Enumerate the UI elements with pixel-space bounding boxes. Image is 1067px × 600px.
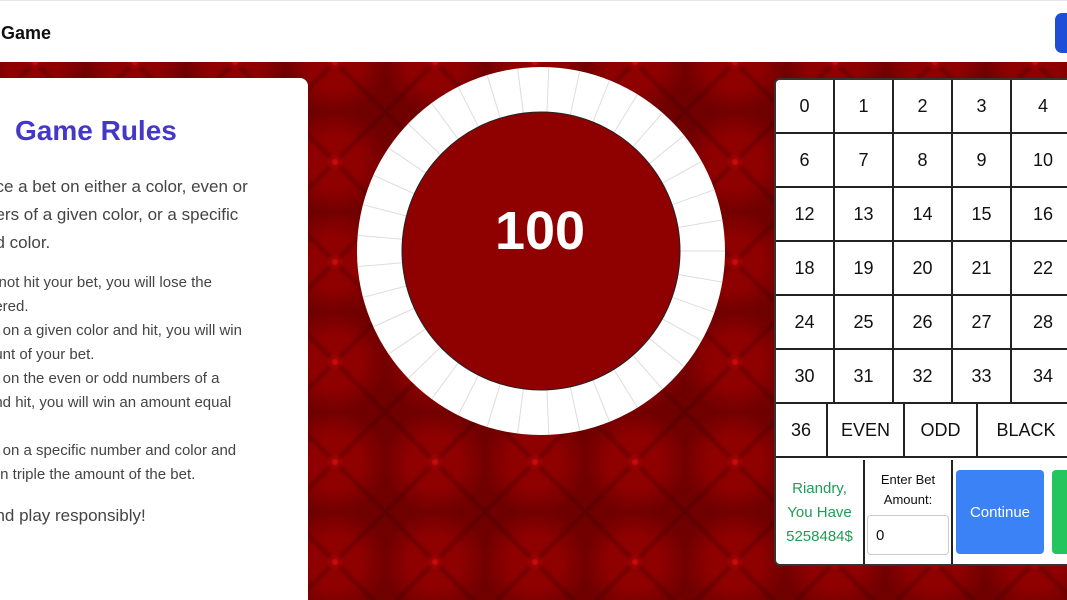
player-balance: Riandry, You Have 5258484$ [776,460,865,564]
board-cell-1[interactable]: 1 [835,80,894,134]
board-cell-25[interactable]: 25 [835,296,894,350]
board-cell-28[interactable]: 28 [1012,296,1067,350]
board-cell-black[interactable]: BLACK [978,404,1067,458]
board-cell-19[interactable]: 19 [835,242,894,296]
board-cell-16[interactable]: 16 [1012,188,1067,242]
bet-amount-input[interactable] [867,515,949,555]
board-cell-0[interactable]: 0 [776,80,835,134]
bet-amount-group: Enter Bet Amount: [865,460,953,564]
board-cell-14[interactable]: 14 [894,188,953,242]
board-cell-10[interactable]: 10 [1012,134,1067,188]
game-area: Game Rules ace a bet on either a color, … [0,62,1067,600]
rules-intro: ace a bet on either a color, even or per… [0,177,248,252]
board-cell-4[interactable]: 4 [1012,80,1067,134]
board-cell-34[interactable]: 34 [1012,350,1067,404]
rule-item: et on the even or odd numbers of a and h… [0,370,232,411]
continue-button[interactable]: Continue [956,470,1044,554]
wheel-number: 100 [494,201,586,261]
board-cell-21[interactable]: 21 [953,242,1012,296]
bet-controls: Riandry, You Have 5258484$ Enter Bet Amo… [776,460,1067,564]
board-cell-20[interactable]: 20 [894,242,953,296]
bet-amount-label: Enter Bet Amount: [880,472,936,507]
rule-item: et on a specific number and color and wi… [0,442,237,483]
board-cell-2[interactable]: 2 [894,80,953,134]
top-bar: Game [0,0,1067,62]
board-cell-13[interactable]: 13 [835,188,894,242]
board-cell-8[interactable]: 8 [894,134,953,188]
header-action-button[interactable] [1055,13,1067,53]
rules-list: o not hit your bet, you will lose the ge… [0,271,296,487]
rules-closing: and play responsibly! [0,506,146,525]
rule-item: et on a given color and hit, you will wi… [0,322,242,363]
secondary-action-button[interactable] [1052,470,1067,554]
rules-title: Game Rules [15,115,177,146]
board-cell-6[interactable]: 6 [776,134,835,188]
board-cell-24[interactable]: 24 [776,296,835,350]
board-cell-12[interactable]: 12 [776,188,835,242]
betting-board: Riandry, You Have 5258484$ Enter Bet Amo… [774,78,1067,566]
rule-item: o not hit your bet, you will lose the ge… [0,274,212,315]
board-cell-33[interactable]: 33 [953,350,1012,404]
board-cell-30[interactable]: 30 [776,350,835,404]
board-cell-18[interactable]: 18 [776,242,835,296]
board-cell-22[interactable]: 22 [1012,242,1067,296]
rules-card: Game Rules ace a bet on either a color, … [0,78,308,600]
board-cell-26[interactable]: 26 [894,296,953,350]
board-cell-15[interactable]: 15 [953,188,1012,242]
board-cell-odd[interactable]: ODD [905,404,978,458]
app-title: Game [1,23,52,43]
board-cell-32[interactable]: 32 [894,350,953,404]
board-cell-3[interactable]: 3 [953,80,1012,134]
board-cell-36[interactable]: 36 [776,404,828,458]
board-cell-7[interactable]: 7 [835,134,894,188]
board-cell-31[interactable]: 31 [835,350,894,404]
board-cell-27[interactable]: 27 [953,296,1012,350]
board-cell-9[interactable]: 9 [953,134,1012,188]
board-cell-even[interactable]: EVEN [828,404,905,458]
